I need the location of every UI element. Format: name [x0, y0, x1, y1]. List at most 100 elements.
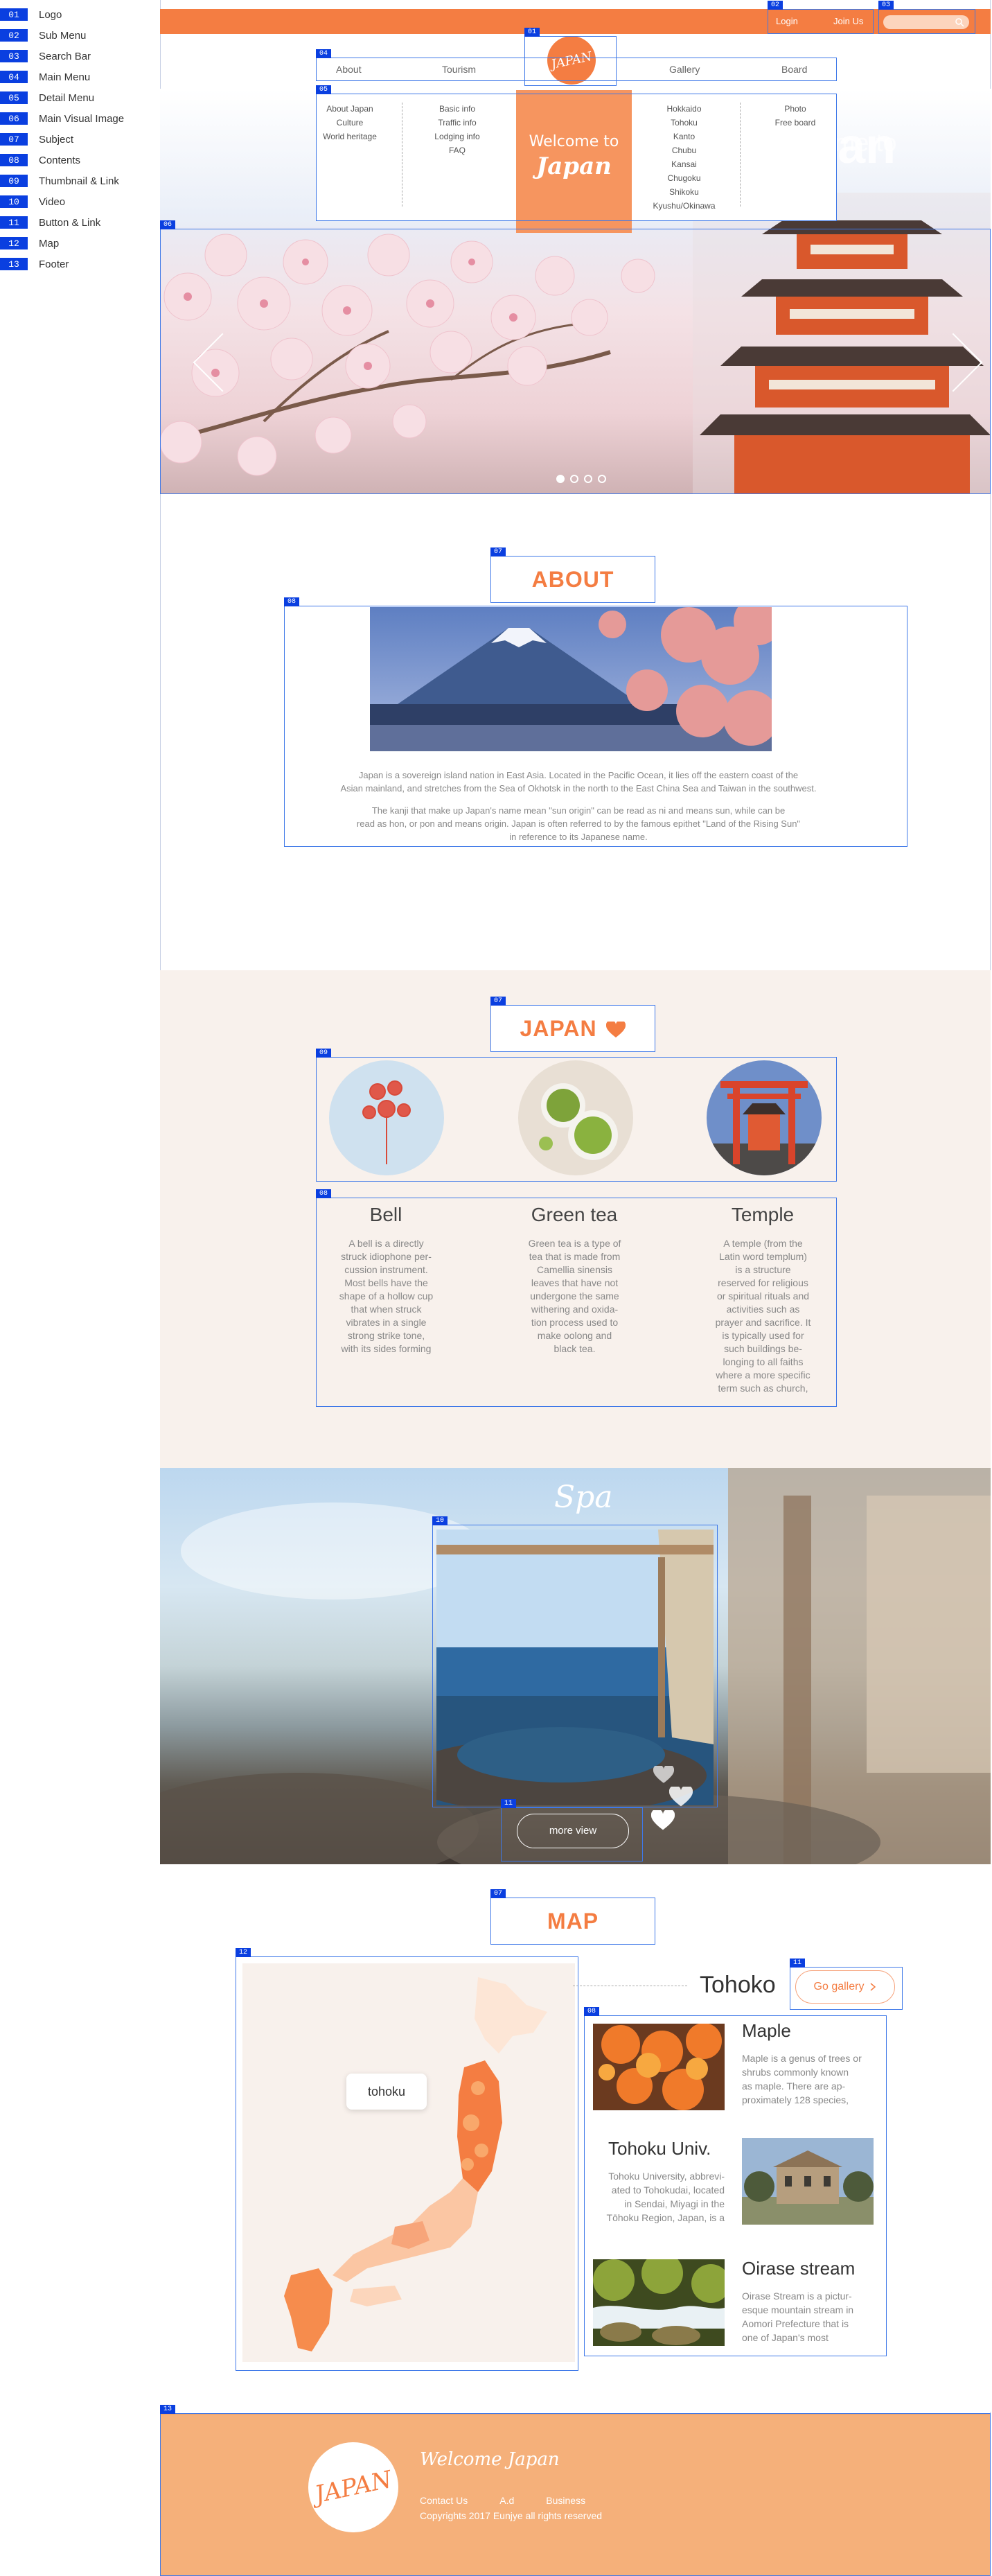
legend-badge: 03	[0, 50, 28, 62]
card-text-line: black tea.	[553, 1343, 596, 1354]
map-panel[interactable]	[242, 1963, 575, 2362]
detail-item[interactable]: Chubu	[648, 143, 720, 157]
detail-col-tourism: Basic info Traffic info Lodging info FAQ	[423, 102, 492, 157]
card-text-line: that when struck	[351, 1304, 422, 1315]
legend-item: 11 Button & Link	[0, 215, 100, 230]
slide-dot[interactable]	[598, 475, 606, 483]
legend-item: 10 Video	[0, 194, 65, 209]
card-text-line: reserved for religious	[718, 1277, 808, 1288]
item-text-line: ated to Tohokudai, located	[611, 2184, 725, 2196]
footer-links: Contact Us A.d Business	[420, 2495, 585, 2506]
about-paragraph-2: The kanji that make up Japan's name mean…	[291, 804, 866, 843]
card-text-line: activities such as	[726, 1304, 800, 1315]
japan-map-graphic	[284, 1977, 547, 2351]
footer-copyright: Copyrights 2017 Eunjye all rights reserv…	[420, 2510, 603, 2521]
thumb-bell[interactable]	[329, 1060, 444, 1175]
detail-item[interactable]: Culture	[315, 116, 384, 130]
join-link[interactable]: Join Us	[833, 9, 863, 34]
item-text-tohoku-univ: Tohoku University, abbrevi- ated to Toho…	[593, 2169, 725, 2225]
legend-label: Sub Menu	[39, 29, 87, 42]
oirase-stream-image[interactable]	[593, 2259, 725, 2346]
detail-item[interactable]: Chugoku	[648, 171, 720, 185]
card-text-line: term such as church,	[718, 1383, 808, 1394]
item-text-line: Aomori Prefecture that is	[742, 2318, 849, 2329]
detail-item[interactable]: World heritage	[315, 130, 384, 143]
card-text-green-tea: Green tea is a type of tea that is made …	[517, 1237, 632, 1356]
detail-item[interactable]: Traffic info	[423, 116, 492, 130]
detail-item[interactable]: Photo	[761, 102, 830, 116]
like-heart-icon[interactable]	[651, 1810, 675, 1831]
legend-label: Detail Menu	[39, 91, 95, 104]
legend-badge: 09	[0, 175, 28, 187]
go-gallery-button[interactable]: Go gallery	[795, 1970, 895, 2004]
slide-dot[interactable]	[556, 475, 565, 483]
legend-item: 01 Logo	[0, 7, 62, 22]
item-text-line: Tohoku University, abbrevi-	[608, 2171, 725, 2182]
detail-col-regions: Hokkaido Tohoku Kanto Chubu Kansai Chugo…	[648, 102, 720, 213]
card-text-line: undergone the same	[530, 1290, 619, 1302]
card-text-line: make oolong and	[537, 1330, 612, 1341]
about-text-line: Asian mainland, and stretches from the S…	[340, 783, 817, 794]
detail-col-gallery: Photo Free board	[761, 102, 830, 130]
about-paragraph-1: Japan is a sovereign island nation in Ea…	[291, 769, 866, 795]
login-link[interactable]: Login	[776, 9, 798, 34]
detail-item[interactable]: Basic info	[423, 102, 492, 116]
card-text-line: longing to all faiths	[723, 1356, 804, 1367]
detail-item[interactable]: Kyushu/Okinawa	[648, 199, 720, 213]
detail-item[interactable]: Lodging info	[423, 130, 492, 143]
welcome-line-2: Japan	[536, 152, 612, 180]
item-title-maple[interactable]: Maple	[742, 2020, 791, 2042]
item-title-tohoku-univ[interactable]: Tohoku Univ.	[608, 2138, 711, 2159]
card-title-bell[interactable]: Bell	[317, 1204, 455, 1226]
card-text-line: tion process used to	[531, 1317, 619, 1328]
detail-item[interactable]: FAQ	[423, 143, 492, 157]
card-text-line: such buildings be-	[724, 1343, 802, 1354]
detail-item[interactable]: Free board	[761, 116, 830, 130]
item-text-line: as maple. There are ap-	[742, 2080, 846, 2092]
item-text-line: one of Japan's most	[742, 2332, 829, 2343]
footer-link-ad[interactable]: A.d	[499, 2495, 514, 2506]
card-title-temple[interactable]: Temple	[693, 1204, 832, 1226]
thumb-temple[interactable]	[707, 1060, 822, 1175]
subject-about: ABOUT JAPAN	[490, 556, 655, 639]
menu-about[interactable]: About	[336, 58, 362, 81]
more-view-button[interactable]: more view	[517, 1814, 629, 1848]
detail-item[interactable]: Shikoku	[648, 185, 720, 199]
legend-label: Video	[39, 195, 66, 208]
item-title-oirase-stream[interactable]: Oirase stream	[742, 2258, 855, 2279]
thumb-green-tea[interactable]	[518, 1060, 633, 1175]
footer-link-business[interactable]: Business	[546, 2495, 585, 2506]
footer-link-contact[interactable]: Contact Us	[420, 2495, 468, 2506]
legend-badge: 11	[0, 216, 28, 229]
detail-divider	[740, 103, 741, 207]
legend-label: Button & Link	[39, 216, 101, 229]
video-player[interactable]	[436, 1530, 714, 1805]
card-text-line: where a more specific	[716, 1369, 811, 1381]
legend-label: Thumbnail & Link	[39, 175, 119, 187]
card-text-line: tea that is made from	[529, 1251, 621, 1262]
menu-board[interactable]: Board	[781, 58, 807, 81]
card-text-line: A bell is a directly	[348, 1238, 424, 1249]
detail-item[interactable]: Hokkaido	[648, 102, 720, 116]
legend-label: Map	[39, 237, 60, 249]
item-text-maple: Maple is a genus of trees or shrubs comm…	[742, 2051, 862, 2107]
card-text-line: A temple (from the	[723, 1238, 803, 1249]
card-text-line: withering and oxida-	[531, 1304, 619, 1315]
slide-dot[interactable]	[570, 475, 578, 483]
go-gallery-label: Go gallery	[813, 1981, 865, 1992]
legend-badge: 06	[0, 112, 28, 125]
slide-dot[interactable]	[584, 475, 592, 483]
menu-tourism[interactable]: Tourism	[442, 58, 476, 81]
detail-item[interactable]: Kanto	[648, 130, 720, 143]
detail-item[interactable]: About Japan	[315, 102, 384, 116]
detail-item[interactable]: Tohoku	[648, 116, 720, 130]
detail-item[interactable]: Kansai	[648, 157, 720, 171]
card-title-green-tea[interactable]: Green tea	[505, 1204, 644, 1226]
tohoku-univ-image[interactable]	[742, 2138, 874, 2225]
menu-gallery[interactable]: Gallery	[669, 58, 700, 81]
maple-image[interactable]	[593, 2024, 725, 2110]
legend-item: 09 Thumbnail & Link	[0, 173, 119, 189]
search-icon[interactable]	[955, 17, 964, 27]
about-text-line: Japan is a sovereign island nation in Ea…	[358, 770, 799, 780]
legend-label: Main Visual Image	[39, 112, 125, 125]
